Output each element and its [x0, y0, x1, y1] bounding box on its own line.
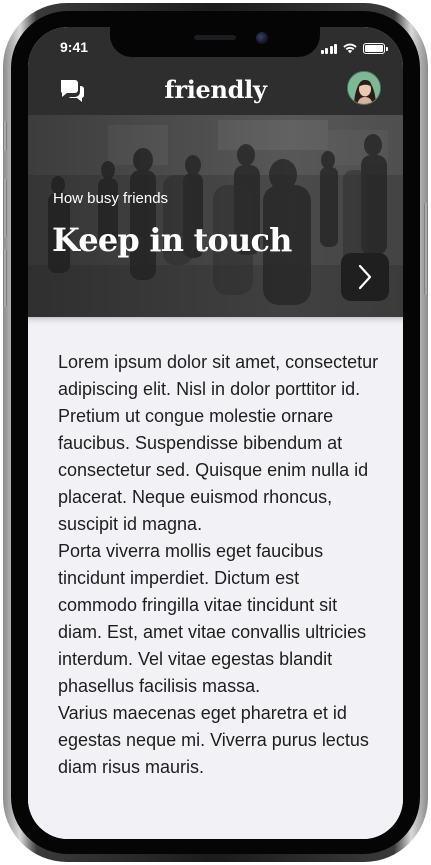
hero-banner: How busy friends Keep in touch [28, 115, 403, 317]
article-paragraph: Lorem ipsum dolor sit amet, consectetur … [58, 352, 379, 534]
next-button[interactable] [341, 253, 389, 301]
status-time: 9:41 [60, 39, 89, 55]
device-notch [110, 27, 320, 57]
hero-title: Keep in touch [52, 221, 292, 259]
volume-up-button [3, 179, 7, 237]
battery-icon [363, 42, 388, 54]
status-icons [320, 42, 388, 54]
user-avatar[interactable] [347, 71, 381, 105]
wifi-icon [343, 43, 357, 54]
app-header: 9:41 friendly [28, 27, 403, 115]
article-paragraph: Porta viverra mollis eget faucibus tinci… [58, 541, 367, 696]
volume-down-button [3, 249, 7, 307]
article-content: Lorem ipsum dolor sit amet, consectetur … [28, 317, 403, 839]
power-button [424, 203, 428, 295]
phone-screen: 9:41 friendly How busy friends Keep in t… [28, 27, 403, 839]
article-body: Lorem ipsum dolor sit amet, consectetur … [58, 349, 380, 781]
chevron-right-icon [358, 264, 372, 290]
article-paragraph: Varius maecenas eget pharetra et id eges… [58, 703, 369, 777]
silent-switch [3, 121, 7, 151]
nav-row: friendly [28, 71, 403, 111]
cellular-signal-icon [320, 43, 337, 54]
hero-subtitle: How busy friends [53, 190, 169, 207]
